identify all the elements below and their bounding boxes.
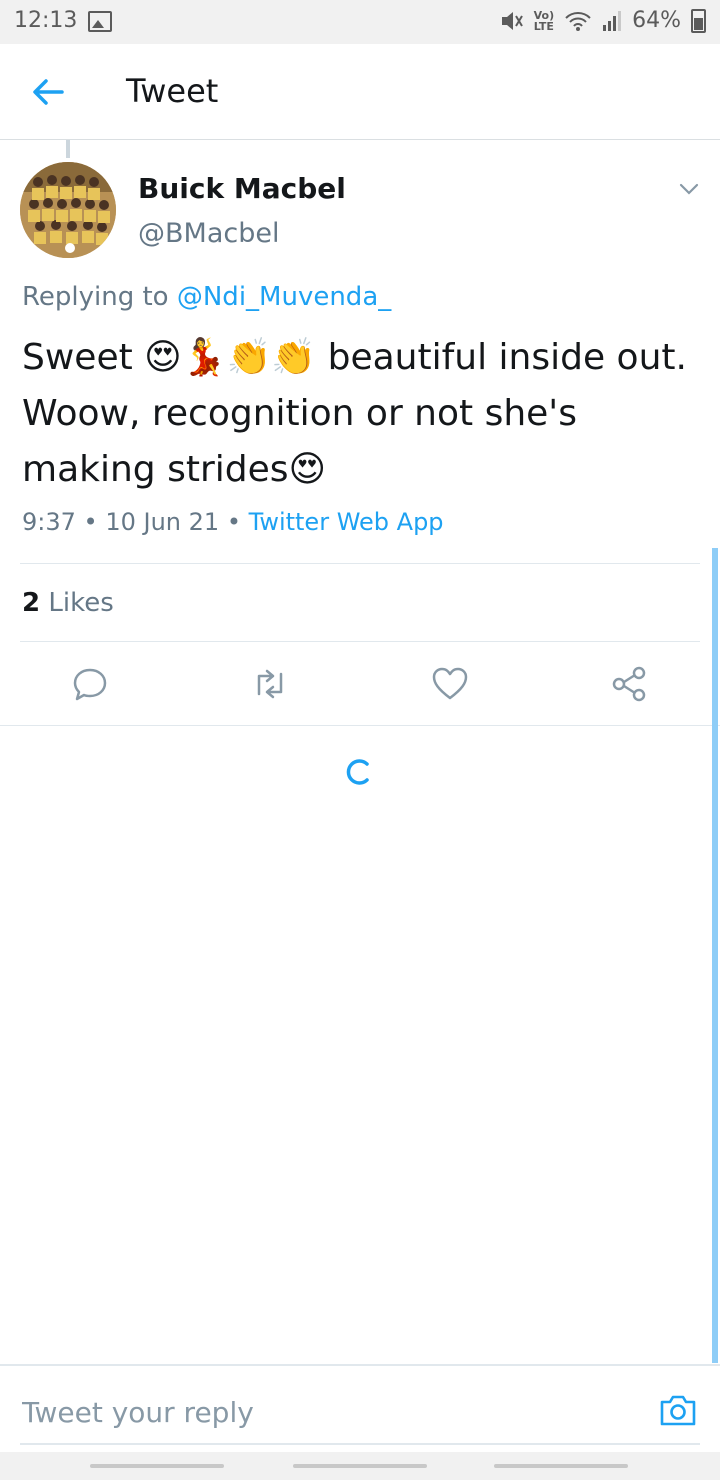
status-icons: Vo) LTE 64% — [500, 8, 706, 33]
tweet-date: 10 Jun 21 — [105, 508, 220, 536]
divider — [20, 563, 700, 564]
tweet-text: Sweet 😍💃👏👏 beautiful inside out. Woow, r… — [22, 337, 687, 490]
signal-icon — [603, 10, 622, 31]
reply-bar — [0, 1364, 720, 1446]
team-photo-image — [20, 162, 116, 258]
page-title: Tweet — [126, 72, 219, 110]
replying-to: Replying to @Ndi_Muvenda_ — [22, 282, 391, 312]
share-icon[interactable] — [610, 664, 650, 704]
reply-underline — [20, 1443, 700, 1445]
tweet-source-link[interactable]: Twitter Web App — [249, 508, 444, 536]
network-type: Vo) LTE — [533, 8, 555, 33]
status-time: 12:13 — [14, 8, 78, 33]
gallery-notification-icon — [88, 11, 112, 32]
nav-back-button[interactable] — [494, 1464, 628, 1468]
nav-home-button[interactable] — [293, 1464, 427, 1468]
reply-input[interactable] — [22, 1396, 622, 1429]
meta-separator: • — [226, 508, 241, 536]
likes-label: Likes — [48, 588, 114, 618]
retweet-icon[interactable] — [250, 664, 290, 704]
app-bar: Tweet — [0, 44, 720, 140]
avatar[interactable] — [20, 162, 116, 258]
replying-prefix: Replying to — [22, 282, 169, 312]
status-bar: 12:13 Vo) LTE 64% — [0, 0, 720, 44]
nav-recents-button[interactable] — [90, 1464, 224, 1468]
tweet-meta: 9:37 • 10 Jun 21 • Twitter Web App — [22, 508, 444, 536]
battery-percent: 64% — [632, 8, 681, 33]
loading-spinner-icon — [346, 759, 369, 785]
scrollbar[interactable] — [712, 548, 718, 1363]
mute-icon — [501, 11, 523, 30]
author-handle[interactable]: @BMacbel — [138, 218, 279, 249]
thread-connector — [66, 140, 70, 158]
likes-number: 2 — [22, 588, 41, 618]
tweet-actions — [0, 642, 720, 726]
tweet-time: 9:37 — [22, 508, 76, 536]
wifi-icon — [565, 11, 591, 31]
divider — [0, 725, 720, 726]
camera-icon[interactable] — [658, 1390, 698, 1430]
battery-icon — [691, 8, 706, 33]
system-nav-bar — [0, 1452, 720, 1480]
back-arrow-icon[interactable] — [28, 72, 68, 112]
likes-count[interactable]: 2 Likes — [22, 588, 114, 618]
author-name[interactable]: Buick Macbel — [138, 172, 346, 205]
meta-separator: • — [83, 508, 98, 536]
reply-icon[interactable] — [70, 664, 110, 704]
chevron-down-icon[interactable] — [676, 176, 702, 202]
replying-handle-link[interactable]: @Ndi_Muvenda_ — [177, 282, 391, 312]
heart-icon[interactable] — [430, 664, 470, 704]
